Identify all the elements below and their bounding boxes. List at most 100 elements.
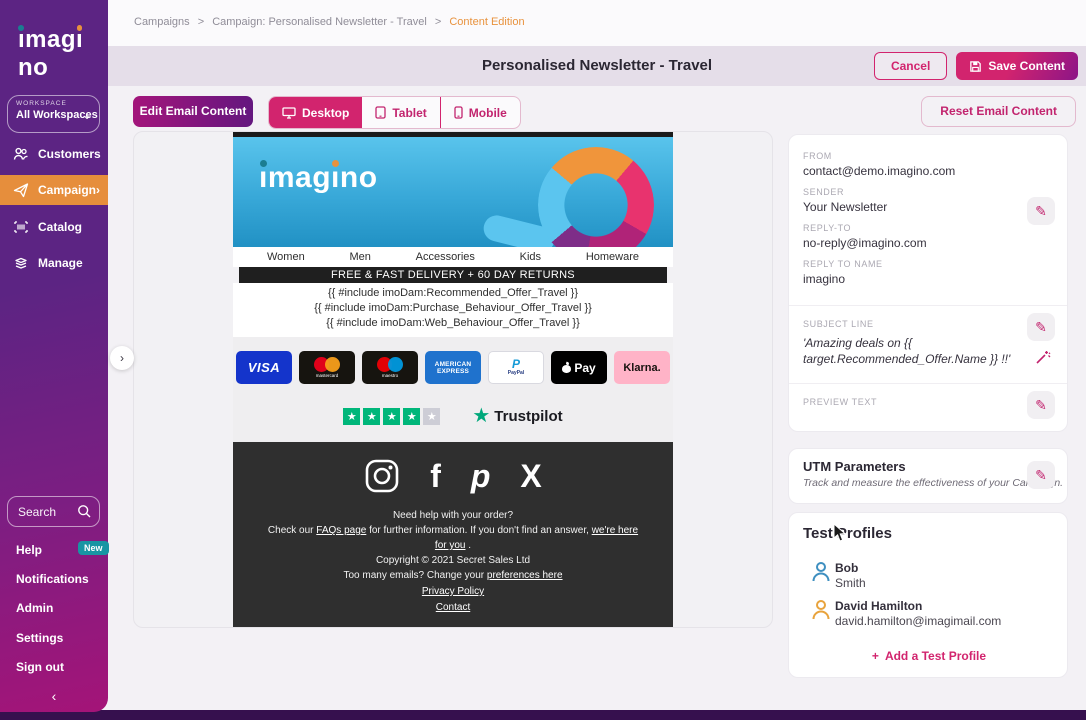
include-line: {{ #include imoDam:Purchase_Behaviour_Of… — [233, 301, 673, 316]
device-tablet-tab[interactable]: Tablet — [362, 97, 439, 128]
amex-badge: AMERICAN EXPRESS — [425, 351, 481, 384]
test-profiles-card: Test Profiles Bob Smith David Hamilton d… — [788, 512, 1068, 678]
search-input[interactable] — [16, 500, 82, 524]
social-icons-row: f p X — [233, 456, 673, 496]
sidebar-item-signout[interactable]: Sign out — [16, 660, 64, 674]
pencil-icon: ✎ — [1035, 467, 1047, 484]
pencil-icon: ✎ — [1035, 203, 1047, 220]
device-mobile-tab[interactable]: Mobile — [441, 97, 520, 128]
email-nav-men[interactable]: Men — [349, 251, 370, 263]
edit-preview-text-button[interactable]: ✎ — [1027, 391, 1055, 419]
save-icon — [969, 60, 982, 73]
profile-avatar-blue — [811, 561, 831, 588]
x-icon[interactable]: X — [520, 459, 541, 493]
replytoname-value: imagino — [803, 272, 845, 286]
email-nav-kids[interactable]: Kids — [520, 251, 541, 263]
from-label: FROM — [803, 151, 832, 161]
footer-text: Check our — [268, 525, 316, 536]
sidebar-item-admin[interactable]: Admin — [16, 601, 53, 615]
paypal-logo: P — [512, 359, 520, 370]
footer-text: for further information. If you don't fi… — [366, 525, 591, 536]
klarna-badge: Klarna. — [614, 351, 670, 384]
footer-copyright: Copyright © 2021 Secret Sales Ltd — [233, 553, 673, 568]
imagino-logo: ımagıno — [18, 26, 108, 82]
signout-label: Sign out — [16, 660, 64, 674]
star-icon: ★ — [423, 408, 440, 425]
email-banner: ımagıno — [233, 137, 673, 247]
star-icon: ★ — [363, 408, 380, 425]
edit-email-content-button[interactable]: Edit Email Content — [133, 96, 253, 127]
trustpilot-star-icon: ★ — [472, 406, 490, 426]
breadcrumb-campaign[interactable]: Campaign: Personalised Newsletter - Trav… — [212, 16, 427, 28]
device-mobile-label: Mobile — [469, 106, 507, 120]
workspace-selector[interactable]: WORKSPACE All Workspaces ⌄ — [7, 95, 100, 133]
sidebar-item-catalog[interactable]: Catalog — [0, 213, 108, 241]
reset-email-content-button[interactable]: Reset Email Content — [921, 96, 1076, 127]
app-root: ımagıno WORKSPACE All Workspaces ⌄ Custo… — [0, 0, 1086, 720]
logo-mid: mag — [25, 26, 76, 53]
privacy-policy-link[interactable]: Privacy Policy — [422, 586, 484, 597]
instagram-icon[interactable] — [364, 458, 400, 494]
breadcrumb-separator: > — [435, 16, 441, 28]
device-tablet-label: Tablet — [392, 106, 426, 120]
email-nav-accessories[interactable]: Accessories — [416, 251, 475, 263]
divider — [789, 383, 1067, 384]
panel-expander-tab[interactable]: › — [110, 346, 134, 370]
save-label: Save Content — [988, 52, 1065, 80]
device-desktop-label: Desktop — [302, 106, 349, 120]
trustpilot-stars: ★ ★ ★ ★ ★ — [343, 408, 440, 425]
sidebar-item-campaign[interactable]: Campaign › — [0, 175, 108, 205]
sidebar-search[interactable] — [7, 496, 100, 527]
applepay-label: Pay — [574, 361, 595, 375]
cancel-button[interactable]: Cancel — [874, 52, 947, 80]
tablet-icon — [375, 106, 386, 119]
faq-link[interactable]: FAQs page — [316, 525, 366, 536]
amex-label: AMERICAN EXPRESS — [431, 361, 475, 375]
sender-settings-card: FROM contact@demo.imagino.com SENDER You… — [788, 134, 1068, 432]
device-desktop-tab[interactable]: Desktop — [269, 97, 362, 128]
star-icon: ★ — [383, 408, 400, 425]
test-profiles-title: Test Profiles — [803, 525, 892, 542]
breadcrumb-campaigns[interactable]: Campaigns — [134, 16, 190, 28]
include-directives: {{ #include imoDam:Recommended_Offer_Tra… — [233, 283, 673, 337]
preview-text-label: PREVIEW TEXT — [803, 397, 877, 407]
logo-i1: ı — [18, 26, 25, 54]
device-switcher: Desktop Tablet Mobile — [268, 96, 521, 129]
pencil-icon: ✎ — [1035, 319, 1047, 336]
mastercard-label: mastercard — [316, 373, 339, 378]
profile-name[interactable]: Bob — [835, 561, 858, 575]
sidebar-item-label: Manage — [38, 256, 83, 270]
facebook-icon[interactable]: f — [430, 459, 441, 493]
replytoname-label: REPLY TO NAME — [803, 259, 883, 269]
sidebar-item-help[interactable]: Help New — [16, 543, 42, 557]
replyto-value: no-reply@imagino.com — [803, 236, 927, 250]
footer-preferences-line: Too many emails? Change your preferences… — [233, 568, 673, 583]
pinterest-icon[interactable]: p — [471, 459, 491, 493]
sidebar-collapse-button[interactable]: ‹ — [0, 688, 108, 704]
sidebar-item-manage[interactable]: Manage — [0, 249, 108, 277]
sidebar-item-customers[interactable]: Customers — [0, 140, 108, 168]
subject-value: 'Amazing deals on {{ target.Recommended_… — [803, 335, 1018, 367]
profile-name[interactable]: David Hamilton — [835, 599, 922, 613]
edit-utm-button[interactable]: ✎ — [1027, 461, 1055, 489]
contact-line: Contact — [233, 600, 673, 615]
edit-sender-button[interactable]: ✎ — [1027, 197, 1055, 225]
sidebar-item-label: Catalog — [38, 220, 82, 234]
admin-label: Admin — [16, 601, 53, 615]
sidebar-item-settings[interactable]: Settings — [16, 631, 63, 645]
email-nav-women[interactable]: Women — [267, 251, 305, 263]
sidebar-item-notifications[interactable]: Notifications — [16, 572, 89, 586]
add-test-profile-button[interactable]: +Add a Test Profile — [789, 649, 1069, 663]
email-body: ımagıno Women Men Accessories Kids Homew… — [233, 132, 673, 628]
email-banner-logo: ımagıno — [259, 161, 378, 195]
from-value: contact@demo.imagino.com — [803, 164, 955, 178]
email-nav-homeware[interactable]: Homeware — [586, 251, 639, 263]
contact-link[interactable]: Contact — [436, 602, 470, 613]
ai-wand-button[interactable] — [1035, 349, 1051, 370]
new-badge: New — [78, 541, 109, 555]
magic-wand-icon — [1035, 349, 1051, 365]
preferences-link[interactable]: preferences here — [487, 570, 563, 581]
footer-text: Too many emails? Change your — [343, 570, 486, 581]
edit-subject-button[interactable]: ✎ — [1027, 313, 1055, 341]
save-content-button[interactable]: Save Content — [956, 52, 1078, 80]
